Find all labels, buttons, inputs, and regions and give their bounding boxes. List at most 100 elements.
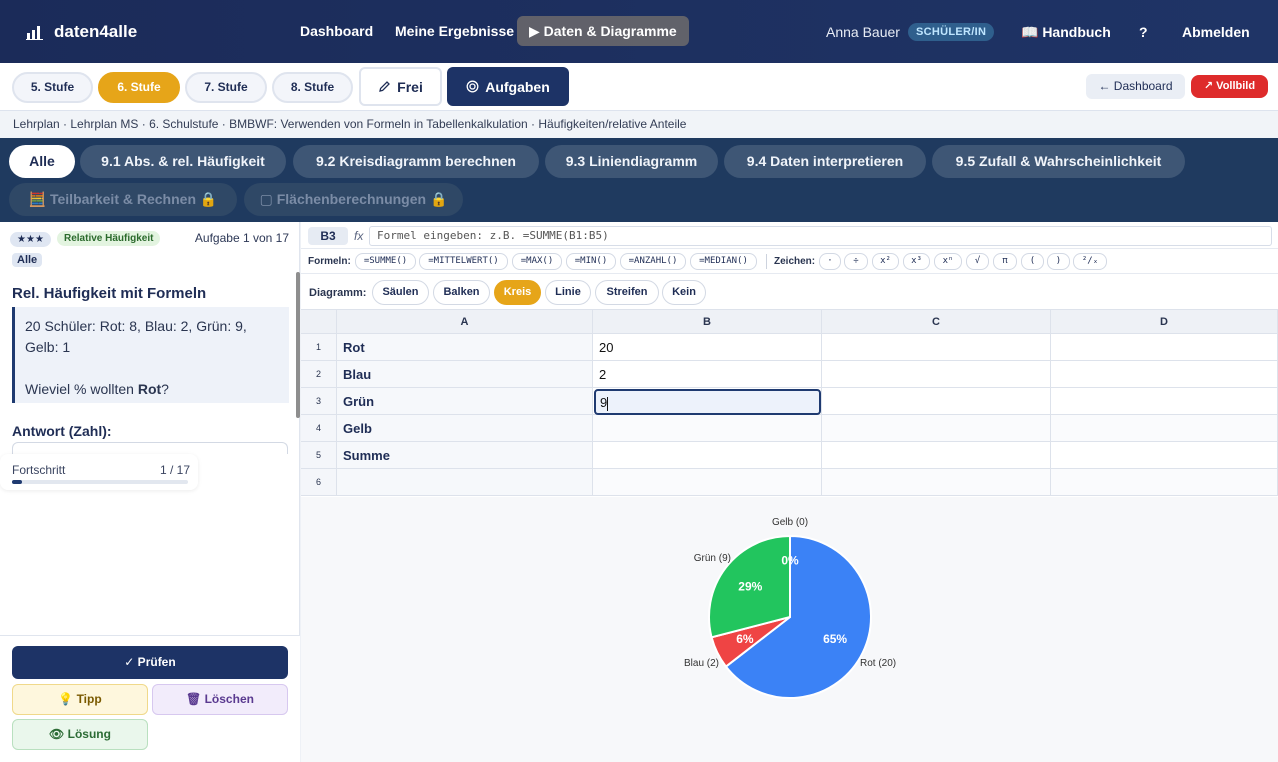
symbol-sqrt-button[interactable]: √ bbox=[966, 253, 989, 270]
symbol-power-button[interactable]: xⁿ bbox=[934, 253, 962, 270]
question-bold: Rot bbox=[137, 381, 162, 397]
aufgaben-button[interactable]: Aufgaben bbox=[447, 67, 569, 106]
clear-button[interactable]: 🗑 Löschen bbox=[152, 684, 288, 715]
symbol-pi-button[interactable]: π bbox=[993, 253, 1017, 270]
func-max-button[interactable]: =MAX() bbox=[512, 253, 562, 270]
formula-input[interactable]: Formel eingeben: z.B. =SUMME(B1:B5) bbox=[369, 226, 1272, 246]
filter-badge[interactable]: Alle bbox=[12, 253, 43, 267]
tab-9-5[interactable]: 9.5 Zufall & Wahrscheinlichkeit bbox=[932, 145, 1185, 178]
symbol-close-paren-button[interactable]: ) bbox=[1047, 253, 1070, 270]
tab-teilbarkeit-locked[interactable]: 🧮 Teilbarkeit & Rechnen 🔒 bbox=[9, 183, 237, 216]
row-header[interactable]: 3 bbox=[301, 388, 337, 415]
chart-saeulen-button[interactable]: Säulen bbox=[372, 280, 429, 305]
symbol-divide-button[interactable]: ÷ bbox=[844, 253, 868, 270]
help-link[interactable]: ? bbox=[1139, 24, 1148, 40]
level-6-button[interactable]: 6. Stufe bbox=[98, 72, 180, 103]
text-cursor bbox=[607, 396, 609, 411]
symbol-cube-button[interactable]: x³ bbox=[903, 253, 930, 270]
tab-flaechen-locked[interactable]: ▢ Flächenberechnungen 🔒 bbox=[244, 183, 463, 216]
cell-b2[interactable]: 2 bbox=[593, 361, 822, 388]
chart-linie-button[interactable]: Linie bbox=[545, 280, 591, 305]
hint-button[interactable]: 💡 Tipp bbox=[12, 684, 148, 715]
tab-9-2[interactable]: 9.2 Kreisdiagramm berechnen bbox=[293, 145, 539, 178]
symbol-fraction-button[interactable]: ²/ₓ bbox=[1073, 253, 1107, 270]
row-header[interactable]: 2 bbox=[301, 361, 337, 388]
scrollbar-thumb[interactable] bbox=[296, 272, 300, 418]
handbuch-link[interactable]: 📖 Handbuch bbox=[1021, 24, 1111, 41]
chart-balken-button[interactable]: Balken bbox=[433, 280, 490, 305]
func-summe-button[interactable]: =SUMME() bbox=[355, 253, 416, 270]
level-8-button[interactable]: 8. Stufe bbox=[272, 72, 353, 103]
formula-toolbar: Formeln: =SUMME() =MITTELWERT() =MAX() =… bbox=[301, 249, 1278, 274]
level-5-button[interactable]: 5. Stufe bbox=[12, 72, 93, 103]
chart-type-selector: Diagramm: Säulen Balken Kreis Linie Stre… bbox=[301, 275, 1278, 309]
func-median-button[interactable]: =MEDIAN() bbox=[690, 253, 757, 270]
column-header-b[interactable]: B bbox=[593, 310, 822, 334]
cell-c1[interactable] bbox=[822, 334, 1051, 361]
cell-c6[interactable] bbox=[822, 469, 1051, 496]
tab-9-4[interactable]: 9.4 Daten interpretieren bbox=[724, 145, 926, 178]
nav-dashboard[interactable]: Dashboard bbox=[288, 16, 385, 46]
row-header[interactable]: 4 bbox=[301, 415, 337, 442]
cell-d4[interactable] bbox=[1051, 415, 1278, 442]
cell-a6[interactable] bbox=[337, 469, 593, 496]
tab-alle[interactable]: Alle bbox=[9, 145, 75, 178]
cell-a1[interactable]: Rot bbox=[337, 334, 593, 361]
symbol-open-paren-button[interactable]: ( bbox=[1021, 253, 1044, 270]
chart-area: 65% Rot (20) 6% Blau (2) 29% Grün (9) 0% Gelb (… bbox=[301, 497, 1278, 762]
row-header[interactable]: 5 bbox=[301, 442, 337, 469]
chart-kein-button[interactable]: Kein bbox=[662, 280, 706, 305]
func-min-button[interactable]: =MIN() bbox=[566, 253, 616, 270]
column-header-d[interactable]: D bbox=[1051, 310, 1278, 334]
symbol-square-button[interactable]: x² bbox=[872, 253, 899, 270]
role-badge: SCHÜLER/IN bbox=[908, 23, 995, 41]
nav-meine-ergebnisse[interactable]: Meine Ergebnisse bbox=[383, 16, 526, 46]
cell-c2[interactable] bbox=[822, 361, 1051, 388]
cell-a3[interactable]: Grün bbox=[337, 388, 593, 415]
formula-bar: B3 fx Formel eingeben: z.B. =SUMME(B1:B5… bbox=[301, 222, 1278, 249]
logout-link[interactable]: Abmelden bbox=[1182, 24, 1250, 40]
check-button[interactable]: ✓ Prüfen bbox=[12, 646, 288, 679]
cell-c5[interactable] bbox=[822, 442, 1051, 469]
chart-streifen-button[interactable]: Streifen bbox=[595, 280, 659, 305]
cell-a4[interactable]: Gelb bbox=[337, 415, 593, 442]
cell-d2[interactable] bbox=[1051, 361, 1278, 388]
nav-daten-diagramme[interactable]: ▶ Daten & Diagramme bbox=[517, 16, 689, 46]
logo[interactable]: daten4alle bbox=[26, 22, 137, 42]
cell-a2[interactable]: Blau bbox=[337, 361, 593, 388]
pie-slice-label: Gelb (0) bbox=[772, 517, 808, 528]
task-text: 20 Schüler: Rot: 8, Blau: 2, Grün: 9, Ge… bbox=[25, 318, 247, 355]
column-header-c[interactable]: C bbox=[822, 310, 1051, 334]
cell-b5[interactable] bbox=[593, 442, 822, 469]
spreadsheet-grid: A B C D 1 Rot 20 2 Blau 2 3 Grün 9 4 Gel… bbox=[301, 309, 1278, 496]
fullscreen-button[interactable]: ↗ Vollbild bbox=[1191, 75, 1268, 98]
tab-9-1[interactable]: 9.1 Abs. & rel. Häufigkeit bbox=[80, 145, 286, 178]
level-7-button[interactable]: 7. Stufe bbox=[185, 72, 267, 103]
chart-kreis-button[interactable]: Kreis bbox=[494, 280, 541, 305]
cell-d1[interactable] bbox=[1051, 334, 1278, 361]
action-buttons: ✓ Prüfen 💡 Tipp 🗑 Löschen 👁 Lösung bbox=[0, 635, 300, 762]
func-mittelwert-button[interactable]: =MITTELWERT() bbox=[419, 253, 508, 270]
progress-value: 1 / 17 bbox=[160, 463, 191, 477]
frei-button[interactable]: Frei bbox=[359, 67, 442, 106]
cell-b3-active[interactable]: 9 bbox=[594, 389, 821, 415]
cell-d5[interactable] bbox=[1051, 442, 1278, 469]
cell-c3[interactable] bbox=[822, 388, 1051, 415]
tab-9-3[interactable]: 9.3 Liniendiagramm bbox=[545, 145, 718, 178]
cell-d6[interactable] bbox=[1051, 469, 1278, 496]
cell-c4[interactable] bbox=[822, 415, 1051, 442]
symbol-multiply-button[interactable]: · bbox=[819, 253, 841, 270]
row-header[interactable]: 6 bbox=[301, 469, 337, 496]
solution-button[interactable]: 👁 Lösung bbox=[12, 719, 148, 750]
cell-b6[interactable] bbox=[593, 469, 822, 496]
cell-d3[interactable] bbox=[1051, 388, 1278, 415]
row-header[interactable]: 1 bbox=[301, 334, 337, 361]
back-dashboard-button[interactable]: ← Dashboard bbox=[1086, 74, 1185, 99]
column-header-a[interactable]: A bbox=[337, 310, 593, 334]
fx-icon: fx bbox=[354, 229, 364, 243]
func-anzahl-button[interactable]: =ANZAHL() bbox=[620, 253, 686, 270]
cell-b1[interactable]: 20 bbox=[593, 334, 822, 361]
cell-b4[interactable] bbox=[593, 415, 822, 442]
cell-a5[interactable]: Summe bbox=[337, 442, 593, 469]
answer-input[interactable] bbox=[12, 442, 288, 454]
